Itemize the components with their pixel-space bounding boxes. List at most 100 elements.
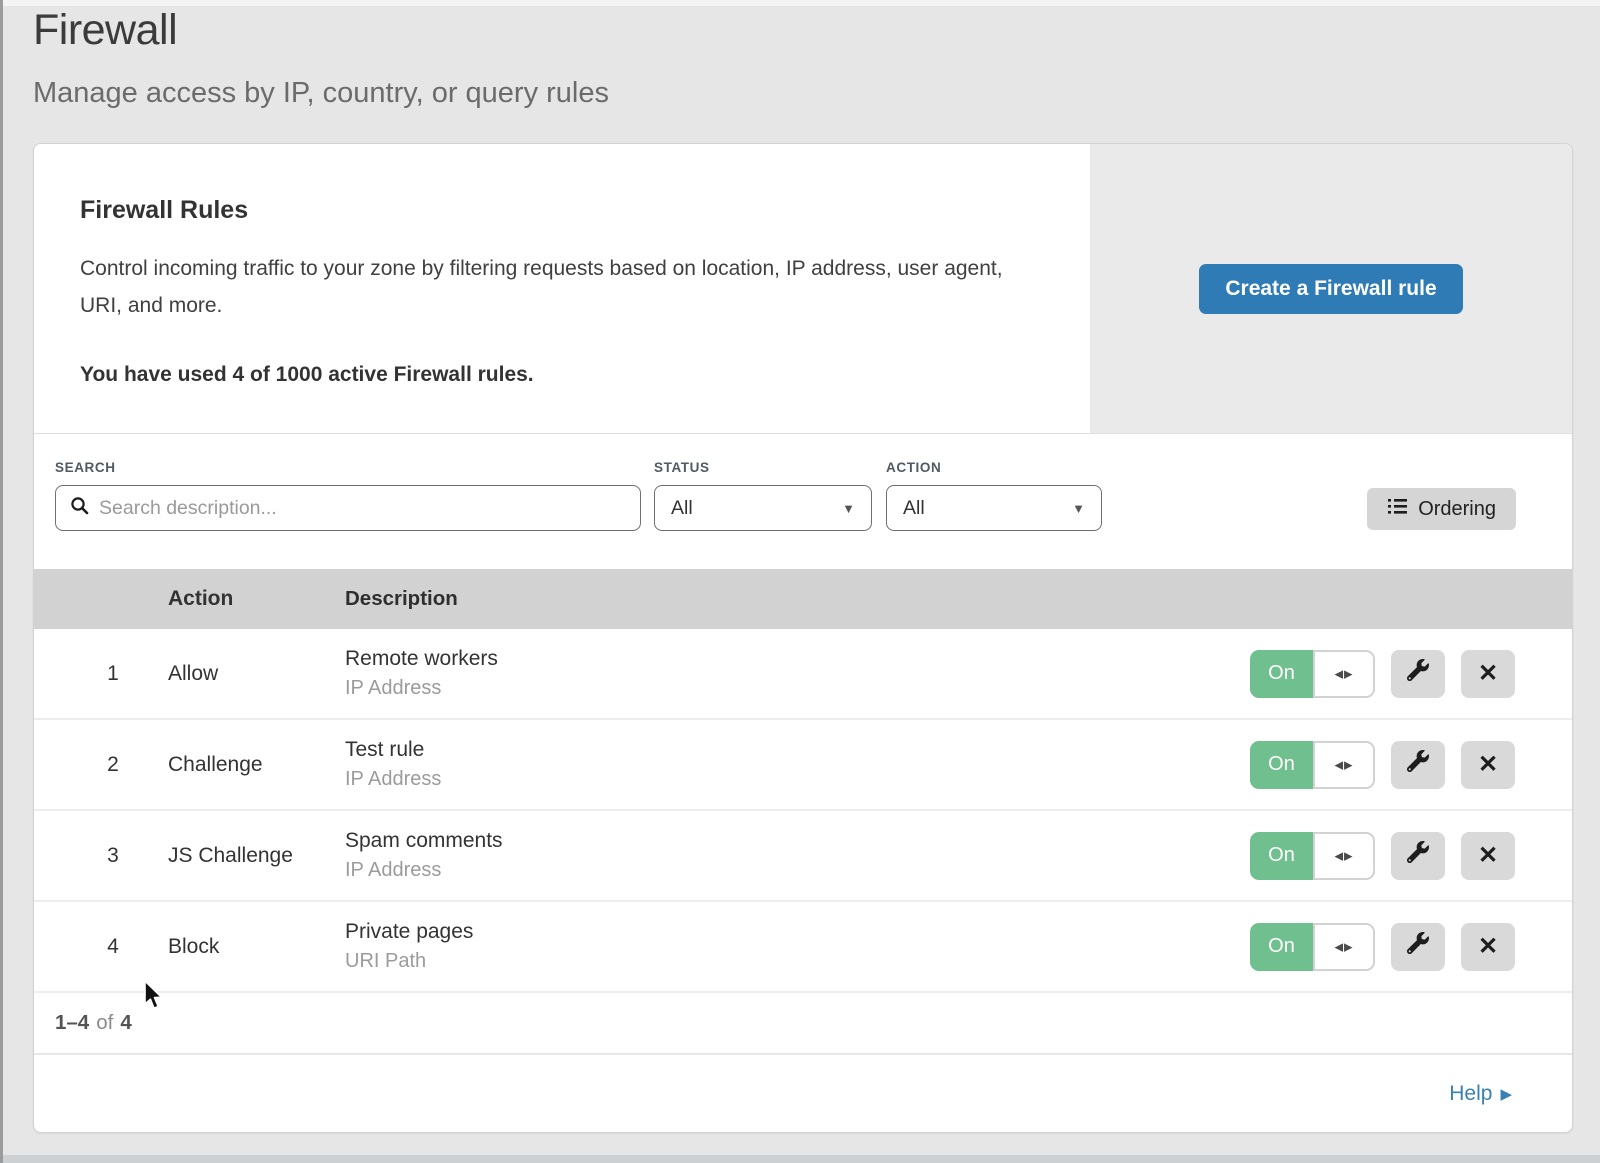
wrench-icon [1407,841,1429,870]
left-right-arrows-icon: ◂▸ [1334,755,1353,775]
status-selected-value: All [671,497,693,520]
search-filter-group: SEARCH [55,460,641,531]
rule-priority: 1 [34,662,168,686]
wrench-icon [1407,932,1429,961]
create-firewall-rule-button[interactable]: Create a Firewall rule [1199,264,1462,314]
ordering-button[interactable]: Ordering [1367,488,1516,530]
help-arrow-icon: ▶ [1500,1085,1512,1103]
rule-description: Test rule [345,738,1250,762]
table-row: 3 JS Challenge Spam comments IP Address … [34,811,1572,902]
table-row: 2 Challenge Test rule IP Address On ◂▸ ✕ [34,720,1572,811]
rule-description-cell: Remote workers IP Address [345,647,1250,700]
pagination-row: 1–4 of 4 [34,993,1572,1055]
action-select[interactable]: All ▼ [886,485,1102,531]
description-column-header: Description [345,587,1572,611]
edit-rule-button[interactable] [1391,650,1445,698]
rule-enabled-toggle[interactable]: On ◂▸ [1250,832,1375,880]
left-right-arrows-icon: ◂▸ [1334,664,1353,684]
ordering-button-label: Ordering [1418,498,1496,521]
close-icon: ✕ [1478,659,1498,688]
search-box[interactable] [55,485,641,531]
rule-match-field: IP Address [345,677,1250,700]
create-rule-panel: Create a Firewall rule [1090,144,1572,433]
rule-enabled-toggle[interactable]: On ◂▸ [1250,741,1375,789]
rules-section-description: Control incoming traffic to your zone by… [80,251,1025,325]
rule-match-field: IP Address [345,768,1250,791]
help-link-label: Help [1449,1082,1492,1106]
edit-rule-button[interactable] [1391,923,1445,971]
rule-description: Remote workers [345,647,1250,671]
rule-description: Spam comments [345,829,1250,853]
status-label: STATUS [654,460,872,475]
left-right-arrows-icon: ◂▸ [1334,937,1353,957]
close-icon: ✕ [1478,750,1498,779]
delete-rule-button[interactable]: ✕ [1461,832,1515,880]
rule-priority: 2 [34,753,168,777]
toggle-handle[interactable]: ◂▸ [1313,741,1375,789]
rule-action: Block [168,935,345,959]
filter-bar: SEARCH STATUS All ▼ ACTION All ▼ [34,434,1572,569]
action-selected-value: All [903,497,925,520]
edit-rule-button[interactable] [1391,832,1445,880]
page-header: Firewall Manage access by IP, country, o… [33,6,609,110]
page-subtitle: Manage access by IP, country, or query r… [33,77,609,110]
search-input[interactable] [99,497,626,520]
toggle-on-label: On [1250,923,1313,971]
rule-priority: 4 [34,935,168,959]
toggle-handle[interactable]: ◂▸ [1313,650,1375,698]
action-filter-group: ACTION All ▼ [886,460,1102,531]
rule-controls: On ◂▸ ✕ [1250,832,1572,880]
toggle-handle[interactable]: ◂▸ [1313,832,1375,880]
action-column-header: Action [168,587,345,611]
search-icon [70,496,89,520]
rule-action: Allow [168,662,345,686]
rules-usage-count: You have used 4 of 1000 active Firewall … [80,363,1030,387]
rule-priority: 3 [34,844,168,868]
rule-description-cell: Private pages URI Path [345,920,1250,973]
ordering-list-icon [1387,497,1408,522]
rule-description: Private pages [345,920,1250,944]
rules-intro-section: Firewall Rules Control incoming traffic … [34,144,1572,434]
firewall-rules-card: Firewall Rules Control incoming traffic … [33,143,1573,1133]
toggle-on-label: On [1250,832,1313,880]
wrench-icon [1407,659,1429,688]
close-icon: ✕ [1478,932,1498,961]
rule-match-field: URI Path [345,950,1250,973]
status-select[interactable]: All ▼ [654,485,872,531]
pagination-total: 4 [120,1011,131,1035]
rule-match-field: IP Address [345,859,1250,882]
toggle-on-label: On [1250,650,1313,698]
screen-bottom-edge [0,1155,1600,1163]
rule-description-cell: Spam comments IP Address [345,829,1250,882]
close-icon: ✕ [1478,841,1498,870]
rule-controls: On ◂▸ ✕ [1250,650,1572,698]
pagination-of-label: of [96,1011,113,1035]
delete-rule-button[interactable]: ✕ [1461,650,1515,698]
delete-rule-button[interactable]: ✕ [1461,741,1515,789]
screen-top-edge [0,0,1600,6]
rules-list: 1 Allow Remote workers IP Address On ◂▸ … [34,629,1572,993]
chevron-down-icon: ▼ [1072,501,1085,516]
table-header: Action Description [34,569,1572,629]
table-row: 4 Block Private pages URI Path On ◂▸ ✕ [34,902,1572,993]
table-row: 1 Allow Remote workers IP Address On ◂▸ … [34,629,1572,720]
rule-action: Challenge [168,753,345,777]
help-link[interactable]: Help ▶ [1449,1082,1512,1106]
rules-intro-text: Firewall Rules Control incoming traffic … [34,144,1090,433]
search-label: SEARCH [55,460,641,475]
left-right-arrows-icon: ◂▸ [1334,846,1353,866]
delete-rule-button[interactable]: ✕ [1461,923,1515,971]
rule-enabled-toggle[interactable]: On ◂▸ [1250,923,1375,971]
status-filter-group: STATUS All ▼ [654,460,872,531]
screen-left-edge [0,0,3,1163]
rules-section-title: Firewall Rules [80,196,1030,225]
page-title: Firewall [33,6,609,55]
chevron-down-icon: ▼ [842,501,855,516]
toggle-handle[interactable]: ◂▸ [1313,923,1375,971]
rule-description-cell: Test rule IP Address [345,738,1250,791]
rule-action: JS Challenge [168,844,345,868]
edit-rule-button[interactable] [1391,741,1445,789]
rule-enabled-toggle[interactable]: On ◂▸ [1250,650,1375,698]
rule-controls: On ◂▸ ✕ [1250,741,1572,789]
action-label: ACTION [886,460,1102,475]
